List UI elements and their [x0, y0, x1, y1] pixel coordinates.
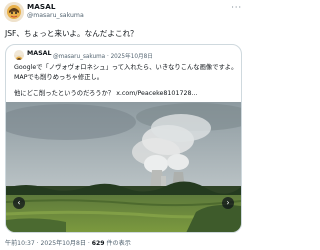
author-handle[interactable]: @masaru_sakuma — [27, 12, 84, 19]
quote-text: 他にどこ削ったというのだろうか？ — [14, 90, 117, 97]
author-avatar[interactable] — [4, 2, 24, 22]
tweet-meta: 午前10:37 · 2025年10月8日 · 629 件の表示 — [5, 238, 131, 247]
chevron-right-icon[interactable]: › — [222, 197, 234, 209]
timestamp[interactable]: 午前10:37 · 2025年10月8日 · — [5, 240, 92, 247]
quote-link[interactable]: x.com/Peaceke8101728... — [116, 90, 197, 97]
author-name[interactable]: MASAL — [27, 2, 56, 11]
quote-text-line: MAPでも削りめっちゃ修正し。 — [14, 74, 104, 81]
quote-author-avatar — [14, 50, 24, 60]
chevron-left-icon[interactable]: ‹ — [13, 197, 25, 209]
quote-text-line: 他にどこ削ったというのだろうか？ x.com/Peaceke8101728... — [14, 88, 197, 97]
tweet-text: JSF、ちょっと来いよ。なんだよこれ？ — [5, 29, 138, 38]
quote-author-name: MASAL — [27, 50, 52, 57]
views-label: 件の表示 — [104, 240, 131, 247]
quoted-tweet[interactable]: MASAL @masaru_sakuma · 2025年10月8日 Google… — [5, 44, 242, 233]
quote-author-handle: @masaru_sakuma · 2025年10月8日 — [53, 53, 153, 60]
power-plant-photo[interactable] — [6, 102, 241, 233]
quote-text-line: Googleで「ノヴォヴォロネシュ」って入れたら、いきなりこんな画像ですよ。 — [14, 64, 238, 71]
more-horizontal-icon[interactable]: ··· — [231, 3, 242, 12]
views-count: 629 — [91, 240, 105, 247]
